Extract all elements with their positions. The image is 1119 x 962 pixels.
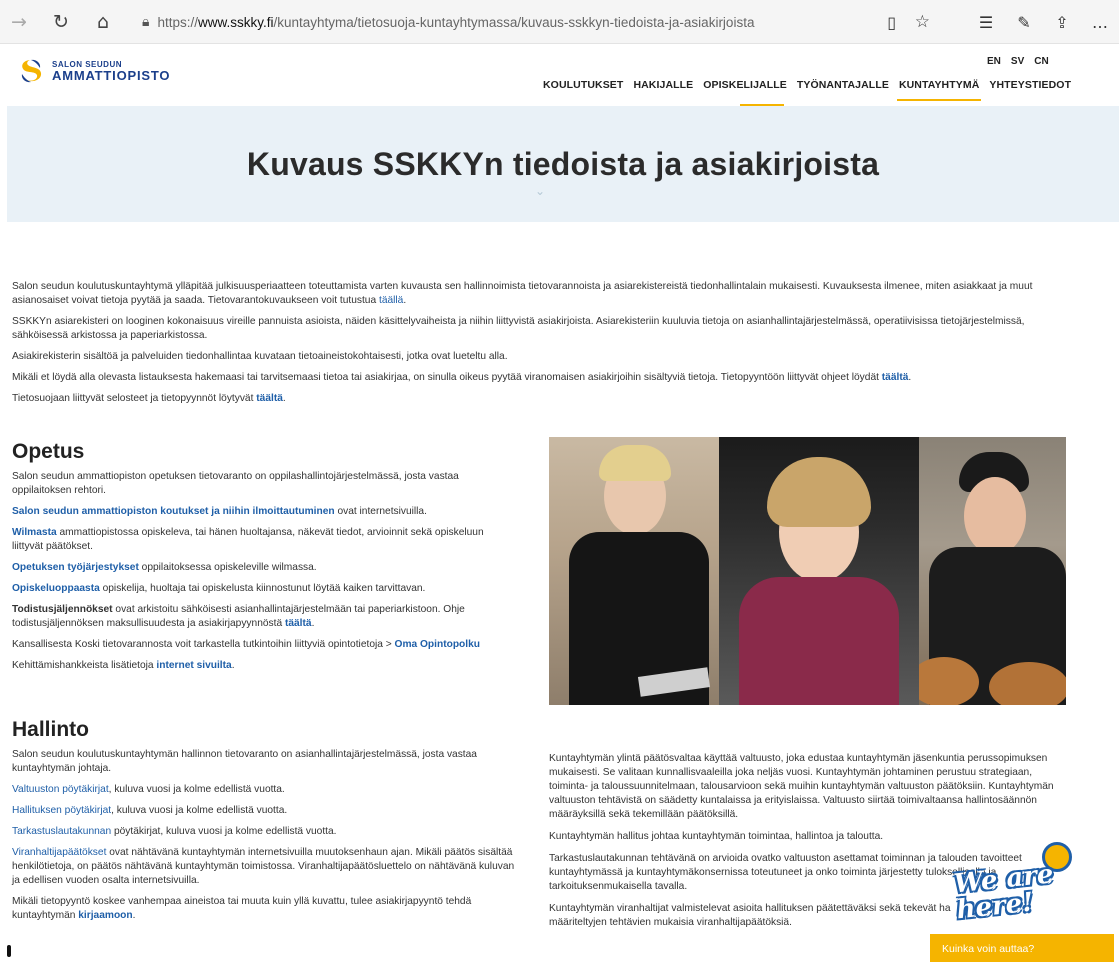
section-paragraph: Wilmasta ammattiopistossa opiskeleva, ta… <box>12 527 484 552</box>
favorite-icon[interactable]: ☆ <box>915 12 930 32</box>
photo-panel-student-smiling <box>719 437 919 705</box>
oma-opintopolku-link[interactable]: Oma Opintopolku <box>395 639 480 650</box>
wilma-link[interactable]: Wilmasta <box>12 527 57 538</box>
hallitus-link[interactable]: Hallituksen pöytäkirjat <box>12 805 111 816</box>
internet-sivuilta-link[interactable]: internet sivuilta <box>156 660 231 671</box>
tietovaranto-link[interactable]: täällä <box>379 295 403 306</box>
share-icon[interactable]: ⇪ <box>1043 13 1081 32</box>
intro-paragraph: Mikäli et löydä alla olevasta listaukses… <box>12 372 912 383</box>
intro-paragraph: Tietosuojaan liittyvät selosteet ja tiet… <box>12 393 286 404</box>
intro-paragraph: Salon seudun koulutuskuntayhtymä ylläpit… <box>12 281 1033 306</box>
nav-hakijalle[interactable]: HAKIJALLE <box>633 79 693 91</box>
reader-icon[interactable]: ▯ <box>887 13 896 32</box>
students-photo <box>549 437 1066 705</box>
page-title: Kuvaus SSKKYn tiedoista ja asiakirjoista <box>246 145 880 182</box>
section-heading: Opetus <box>12 440 85 463</box>
language-switcher: EN SV CN <box>987 56 1049 67</box>
section-paragraph: Salon seudun koulutuskuntayhtymän hallin… <box>12 749 477 774</box>
description-paragraph: Kuntayhtymän ylintä päätösvaltaa käyttää… <box>549 753 1054 820</box>
logo-icon <box>21 59 42 83</box>
nav-yhteystiedot[interactable]: YHTEYSTIEDOT <box>989 79 1071 91</box>
site-header: SALON SEUDUN AMMATTIOPISTO EN SV CN KOUL… <box>0 44 1119 107</box>
photo-panel-chef <box>919 437 1066 705</box>
logo-line-2: AMMATTIOPISTO <box>52 68 171 83</box>
lock-icon: 🔒︎ <box>142 14 150 30</box>
tietosuoja-link[interactable]: täältä <box>256 393 283 404</box>
section-heading: Hallinto <box>12 718 89 741</box>
refresh-icon[interactable]: ↻ <box>44 5 78 39</box>
valtuusto-link[interactable]: Valtuuston pöytäkirjat <box>12 784 109 795</box>
viranhaltijapaatokset-link[interactable]: Viranhaltijapäätökset <box>12 847 106 858</box>
url-path: /kuntayhtyma/tietosuoja-kuntayhtymassa/k… <box>273 14 755 30</box>
photo-panel-student-laptop <box>549 437 719 705</box>
nav-koulutukset[interactable]: KOULUTUKSET <box>543 79 623 91</box>
chat-mascot[interactable]: We are here! <box>952 840 1080 930</box>
nav-kuntayhtyma[interactable]: KUNTAYHTYMÄ <box>896 79 982 101</box>
section-paragraph: Opiskeluoppaasta opiskelija, huoltaja ta… <box>12 583 426 594</box>
intro-paragraph: Asiakirekisterin sisältöä ja palveluiden… <box>12 351 508 362</box>
kirjaamo-link[interactable]: kirjaamoon <box>78 910 132 921</box>
tarkastuslautakunta-link[interactable]: Tarkastuslautakunnan <box>12 826 111 837</box>
section-paragraph: Salon seudun ammattiopiston opetuksen ti… <box>12 471 459 496</box>
section-paragraph: Salon seudun ammattiopiston koutukset ja… <box>12 506 427 517</box>
site-logo[interactable]: SALON SEUDUN AMMATTIOPISTO <box>18 58 170 84</box>
section-paragraph: Hallituksen pöytäkirjat, kuluva vuosi ja… <box>12 805 288 816</box>
chat-button[interactable]: Kuinka voin auttaa? <box>930 934 1114 962</box>
section-paragraph: Valtuuston pöytäkirjat, kuluva vuosi ja … <box>12 784 285 795</box>
section-paragraph: Kansallisesta Koski tietovarannosta voit… <box>12 639 480 650</box>
favorites-list-icon[interactable]: ☰ <box>967 13 1005 32</box>
scroll-marker <box>7 945 11 957</box>
intro-paragraph: SSKKYn asiarekisteri on looginen kokonai… <box>12 316 1025 341</box>
chevron-down-icon: ⌄ <box>535 184 546 198</box>
nav-opiskelijalle[interactable]: OPISKELIJALLE <box>703 79 787 91</box>
lang-en[interactable]: EN <box>987 56 1001 67</box>
tyojarjestykset-link[interactable]: Opetuksen työjärjestykset <box>12 562 139 573</box>
pen-icon[interactable]: ✎ <box>1005 13 1043 32</box>
url-prefix: https:// <box>157 14 198 30</box>
section-paragraph: Opetuksen työjärjestykset oppilaitoksess… <box>12 562 317 573</box>
chat-mascot-text: We are here! <box>952 859 1055 926</box>
url-host: www.sskky.fi <box>197 14 274 30</box>
back-icon[interactable]: → <box>2 5 36 39</box>
tietopyynto-link[interactable]: täältä <box>882 372 909 383</box>
section-paragraph: Tarkastuslautakunnan pöytäkirjat, kuluva… <box>12 826 337 837</box>
section-paragraph: Kehittämishankkeista lisätietoja interne… <box>12 660 235 671</box>
nav-tyonantajalle[interactable]: TYÖNANTAJALLE <box>797 79 889 91</box>
hallinto-section: Hallinto Salon seudun koulutuskuntayhtym… <box>12 718 517 930</box>
page-hero: Kuvaus SSKKYn tiedoista ja asiakirjoista… <box>7 106 1119 222</box>
address-bar[interactable]: 🔒︎ https://www.sskky.fi/kuntayhtyma/tiet… <box>136 6 956 38</box>
koulutukset-link[interactable]: Salon seudun ammattiopiston koutukset ja… <box>12 506 335 517</box>
browser-toolbar: → ↻ ⌂ 🔒︎ https://www.sskky.fi/kuntayhtym… <box>0 0 1119 44</box>
section-paragraph: Viranhaltijapäätökset ovat nähtävänä kun… <box>12 847 515 886</box>
opiskeluopas-link[interactable]: Opiskeluoppaasta <box>12 583 100 594</box>
main-nav: KOULUTUKSET HAKIJALLE OPISKELIJALLE TYÖN… <box>543 79 1071 101</box>
section-paragraph: Todistusjäljennökset ovat arkistoitu säh… <box>12 604 465 629</box>
more-icon[interactable]: … <box>1081 13 1119 32</box>
intro-text: Salon seudun koulutuskuntayhtymä ylläpit… <box>12 280 1072 413</box>
section-paragraph: Mikäli tietopyyntö koskee vanhempaa aine… <box>12 896 472 921</box>
todistus-link[interactable]: täältä <box>285 618 312 629</box>
lang-cn[interactable]: CN <box>1034 56 1048 67</box>
opetus-section: Opetus Salon seudun ammattiopiston opetu… <box>12 440 517 680</box>
home-icon[interactable]: ⌂ <box>86 5 120 39</box>
lang-sv[interactable]: SV <box>1011 56 1024 67</box>
